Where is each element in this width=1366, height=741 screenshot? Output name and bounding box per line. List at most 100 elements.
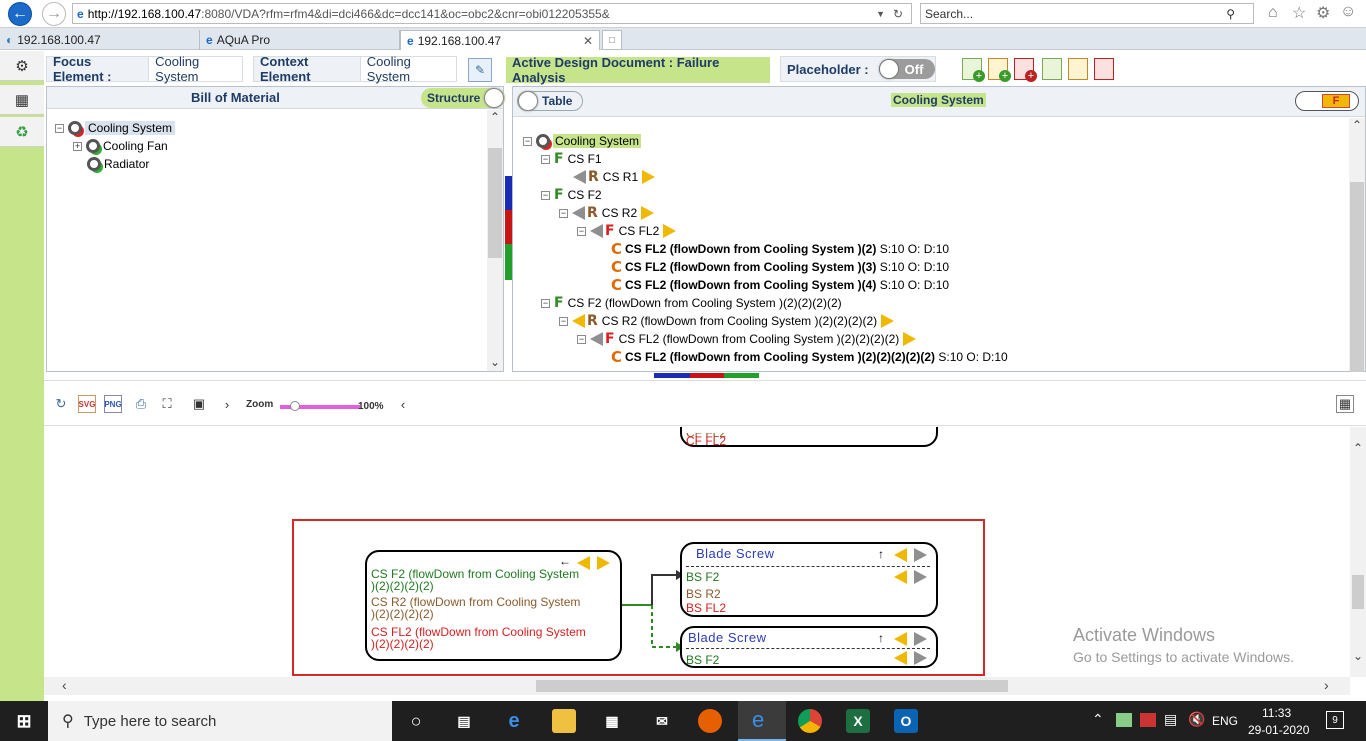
right-arrow-icon[interactable] (663, 224, 677, 238)
zoom-slider[interactable] (280, 401, 360, 411)
zoom-slider-knob[interactable] (290, 401, 300, 411)
network-icon[interactable]: ▤ (1164, 711, 1177, 728)
doc-row-cause[interactable]: C CS FL2 (flowDown from Cooling System )… (611, 258, 949, 276)
left-arrow-icon[interactable] (894, 570, 907, 584)
doc-row-cause[interactable]: C CS FL2 (flowDown from Cooling System )… (611, 348, 1008, 366)
scroll-right-icon[interactable]: › (1324, 677, 1329, 693)
scroll-up-icon[interactable]: ⌃ (1349, 118, 1365, 132)
left-arrow-icon[interactable] (894, 548, 907, 562)
collapse-icon[interactable]: − (577, 226, 586, 236)
url-input[interactable]: e http://192.168.100.47 :8080/VDA?rfm=rf… (72, 3, 912, 24)
document-icon[interactable] (1042, 58, 1062, 80)
windows-start-icon[interactable]: ⊞ (12, 709, 36, 733)
edge-icon[interactable]: e (502, 709, 526, 733)
bom-item-radiator[interactable]: Radiator (87, 155, 149, 173)
collapse-icon[interactable]: − (559, 316, 568, 326)
svg-export-icon[interactable]: SVG (78, 395, 96, 413)
task-view-icon[interactable]: ▤ (452, 709, 476, 733)
back-arrow-icon[interactable]: ← (559, 554, 571, 568)
home-icon[interactable]: ⌂ (1268, 4, 1278, 22)
scroll-thumb[interactable] (536, 680, 1008, 692)
edit-document-icon[interactable]: ✎ (468, 58, 492, 82)
up-arrow-icon[interactable]: ↑ (878, 547, 884, 561)
collapse-icon[interactable]: − (541, 298, 550, 308)
doc-row-f1[interactable]: − F CS F1 (541, 150, 602, 168)
canvas-vertical-scrollbar[interactable]: ⌃ ⌄ (1350, 427, 1366, 677)
screen-icon[interactable]: ▦ (0, 85, 44, 115)
firefox-icon[interactable] (698, 709, 722, 733)
right-arrow-icon[interactable] (914, 651, 927, 665)
doc-row-fl2-flowdown[interactable]: − F CS FL2 (flowDown from Cooling System … (577, 330, 917, 348)
png-export-icon[interactable]: PNG (104, 395, 122, 413)
left-arrow-icon[interactable] (572, 206, 585, 220)
filter-toggle[interactable]: F (1295, 91, 1359, 111)
fullscreen-icon[interactable]: ▣ (190, 395, 208, 413)
settings-icon[interactable]: ⚙ (0, 51, 44, 81)
right-arrow-icon[interactable] (881, 314, 895, 328)
doc-row-r2[interactable]: − R CS R2 (559, 204, 655, 222)
context-value[interactable]: Cooling System (359, 54, 456, 84)
doc-row-cause[interactable]: C CS FL2 (flowDown from Cooling System )… (611, 276, 949, 294)
chevron-left-icon[interactable]: ‹ (394, 395, 412, 413)
scroll-thumb[interactable] (1352, 575, 1364, 609)
doc-row-f2-flowdown[interactable]: − F CS F2 (flowDown from Cooling System )… (541, 294, 842, 312)
tray-app-icon[interactable] (1116, 713, 1132, 727)
diagram-canvas[interactable]: CF FL2 CF FL2 ← CS F2 (flowDown from Coo… (44, 427, 1350, 677)
right-arrow-icon[interactable] (641, 206, 655, 220)
right-arrow-icon[interactable] (914, 632, 927, 646)
focus-value[interactable]: Cooling System (148, 54, 242, 84)
ie-taskbar-button[interactable]: e (738, 701, 786, 741)
browser-search-input[interactable]: Search... ⚲ (920, 3, 1254, 24)
blade-screw-node[interactable]: Blade Screw ↑ BS F2 BS R2 BS FL2 (680, 542, 938, 617)
doc-row-cause[interactable]: C CS FL2 (flowDown from Cooling System )… (611, 240, 949, 258)
doc-row-r2-flowdown[interactable]: − R CS R2 (flowDown from Cooling System )… (559, 312, 895, 330)
blade-screw-node[interactable]: Blade Screw ↑ BS F2 (680, 626, 938, 668)
smiley-icon[interactable]: ☺ (1340, 3, 1356, 21)
left-arrow-icon[interactable] (894, 632, 907, 646)
collapse-icon[interactable]: − (541, 154, 550, 164)
left-arrow-icon[interactable] (573, 170, 586, 184)
collapse-icon[interactable]: − (523, 136, 532, 146)
right-arrow-icon[interactable] (597, 556, 610, 570)
expand-icon[interactable]: + (73, 141, 82, 151)
right-arrow-icon[interactable] (903, 332, 917, 346)
tray-app-icon[interactable] (1140, 713, 1156, 727)
language-indicator[interactable]: ENG (1212, 714, 1238, 728)
scroll-thumb[interactable] (1350, 182, 1364, 372)
collapse-icon[interactable]: − (55, 123, 64, 133)
mail-icon[interactable]: ✉ (650, 709, 674, 733)
canvas-horizontal-scrollbar[interactable]: ‹ › (44, 677, 1350, 695)
partial-node[interactable]: CF FL2 CF FL2 (680, 427, 938, 447)
right-arrow-icon[interactable] (914, 570, 927, 584)
print-icon[interactable]: ⎙ (132, 395, 150, 413)
bom-scrollbar[interactable]: ⌃ ⌄ (487, 110, 503, 371)
collapse-icon[interactable]: − (541, 190, 550, 200)
doc-row-r1[interactable]: R CS R1 (573, 168, 656, 186)
remove-list-icon[interactable]: + (1014, 58, 1037, 82)
right-arrow-icon[interactable] (914, 548, 927, 562)
left-arrow-icon[interactable] (590, 332, 603, 346)
tab-3[interactable]: e 192.168.100.47 ✕ (400, 30, 600, 50)
close-tab-icon[interactable]: ✕ (583, 34, 593, 48)
doc-row-fl2[interactable]: − F CS FL2 (577, 222, 677, 240)
forward-arrow-icon[interactable]: → (42, 2, 66, 26)
scroll-down-icon[interactable]: ⌄ (1350, 649, 1366, 663)
doc-scrollbar[interactable]: ⌃ (1349, 118, 1365, 372)
collapse-icon[interactable]: − (577, 334, 586, 344)
store-icon[interactable]: ▦ (600, 709, 624, 733)
search-icon[interactable]: ⚲ (1226, 7, 1235, 21)
chevron-right-icon[interactable]: › (218, 395, 236, 413)
up-arrow-icon[interactable]: ↑ (878, 631, 884, 645)
add-list-icon[interactable]: + (988, 58, 1011, 82)
settings-gear-icon[interactable]: ⚙ (1316, 3, 1330, 23)
tab-2[interactable]: e AQuA Pro (200, 30, 400, 50)
chevron-up-icon[interactable]: ⌃ (1092, 711, 1104, 728)
file-explorer-icon[interactable] (552, 709, 576, 733)
doc-root[interactable]: − Cooling System (523, 132, 642, 150)
new-tab-button[interactable]: □ (602, 30, 622, 50)
volume-muted-icon[interactable]: 🔇 (1188, 711, 1205, 728)
structure-toggle[interactable]: Structure (421, 88, 505, 108)
scroll-left-icon[interactable]: ‹ (62, 677, 67, 693)
recycle-icon[interactable]: ♻ (0, 117, 44, 147)
scroll-down-icon[interactable]: ⌄ (487, 355, 503, 369)
